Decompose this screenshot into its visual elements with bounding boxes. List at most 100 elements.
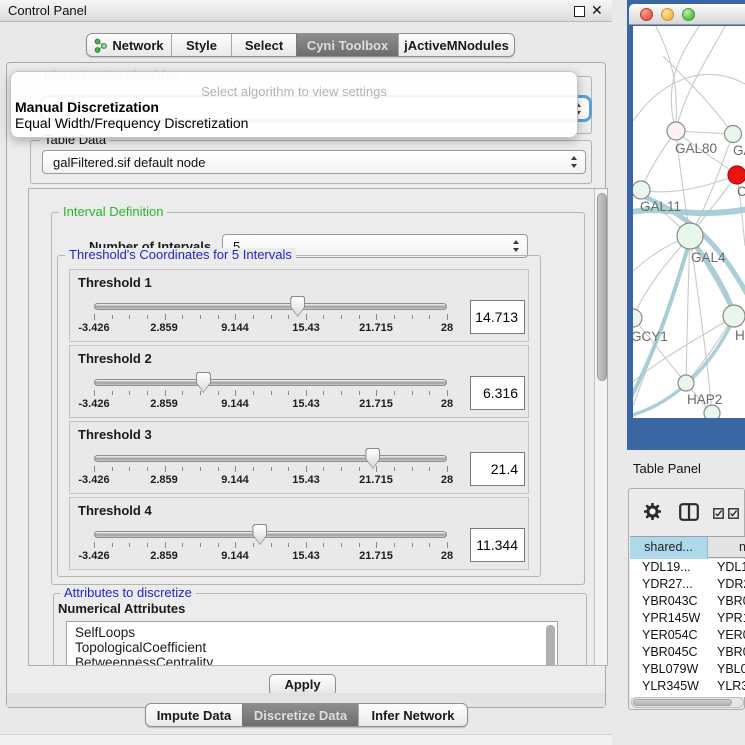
- scale-label: 2.859: [150, 474, 178, 486]
- network-view-window: GAL80 GA C GAL11 GAL4 GCY1 H HAP2: [627, 0, 745, 450]
- table-data-combobox[interactable]: galFiltered.sif default node: [42, 150, 586, 174]
- threshold-4-value-field[interactable]: 11.344: [470, 528, 525, 562]
- tab-impute-data-label: Impute Data: [157, 708, 231, 723]
- vertical-scrollbar-thumb[interactable]: [597, 193, 607, 381]
- gear-icon[interactable]: [644, 503, 661, 523]
- cell[interactable]: YDR27...: [642, 576, 708, 593]
- scale-label: 21.715: [359, 322, 393, 334]
- network-node-hap2: [678, 375, 694, 391]
- threshold-1-slider-track[interactable]: [94, 303, 447, 310]
- scale-label: 2.859: [150, 398, 178, 410]
- algorithm-dropdown-popup: Select algorithm to view settings Manual…: [10, 71, 578, 138]
- cell[interactable]: YBR043C: [642, 593, 708, 610]
- attributes-group-title: Attributes to discretize: [60, 586, 196, 600]
- tab-select[interactable]: Select: [231, 34, 296, 56]
- network-node-gal4: [677, 223, 703, 249]
- scale-label: 15.43: [292, 550, 320, 562]
- threshold-2-value-field[interactable]: 6.316: [470, 376, 525, 410]
- network-node-c: [728, 166, 745, 184]
- table-row[interactable]: YBR043C YBR0: [630, 593, 745, 610]
- horizontal-scrollbar[interactable]: [631, 697, 744, 708]
- cell[interactable]: YPR145W: [642, 610, 708, 627]
- network-node-h: [723, 305, 745, 327]
- network-canvas[interactable]: GAL80 GA C GAL11 GAL4 GCY1 H HAP2: [633, 26, 745, 418]
- cell[interactable]: YER054C: [642, 627, 708, 644]
- tab-impute-data[interactable]: Impute Data: [146, 704, 242, 726]
- scale-label: 28: [441, 474, 453, 486]
- table-row[interactable]: YLR345W YLR3: [630, 678, 745, 695]
- split-columns-icon[interactable]: [679, 503, 699, 524]
- zoom-button[interactable]: [682, 8, 695, 21]
- algorithm-option-manual[interactable]: Manual Discretization: [11, 99, 577, 115]
- algorithm-option-equal-width[interactable]: Equal Width/Frequency Discretization: [11, 115, 577, 131]
- cell[interactable]: YDL19...: [642, 559, 708, 576]
- scale-label: 28: [441, 550, 453, 562]
- cell[interactable]: YBR045C: [642, 644, 708, 661]
- tab-discretize-data[interactable]: Discretize Data: [242, 704, 358, 726]
- cell[interactable]: YLR345W: [642, 678, 708, 695]
- scale-label: 15.43: [292, 398, 320, 410]
- minimize-button[interactable]: [661, 8, 674, 21]
- cell[interactable]: YBR0: [717, 644, 745, 661]
- table-row[interactable]: YDL19... YDL1: [630, 559, 745, 576]
- thresholds-group-title: Threshold's Coordinates for 5 Intervals: [65, 248, 296, 262]
- table-row[interactable]: YBR045C YBR0: [630, 644, 745, 661]
- scale-label: -3.426: [78, 398, 109, 410]
- cell[interactable]: YLR3: [717, 678, 745, 695]
- cell[interactable]: YBR0: [717, 593, 745, 610]
- cell[interactable]: YDL1: [717, 559, 745, 576]
- checked-checkbox-icon[interactable]: [728, 507, 739, 522]
- network-window-titlebar[interactable]: [629, 4, 745, 25]
- cell[interactable]: YBL079W: [642, 661, 708, 678]
- threshold-1-label: Threshold 1: [78, 275, 152, 290]
- tab-discretize-data-label: Discretize Data: [254, 708, 347, 723]
- column-header-name[interactable]: na: [709, 537, 745, 559]
- threshold-1-value-field[interactable]: 14.713: [470, 300, 525, 334]
- tab-cyni-toolbox[interactable]: Cyni Toolbox: [296, 34, 398, 56]
- cell[interactable]: YPR1: [717, 610, 745, 627]
- tab-jactivemnodules[interactable]: jActiveMNodules: [398, 34, 514, 56]
- tab-style[interactable]: Style: [171, 34, 231, 56]
- threshold-2-label: Threshold 2: [78, 351, 152, 366]
- cyni-mode-tabbar: Impute Data Discretize Data Infer Networ…: [145, 703, 468, 727]
- table-row[interactable]: YPR145W YPR1: [630, 610, 745, 627]
- vertical-scrollbar[interactable]: [594, 189, 608, 666]
- float-window-icon[interactable]: [574, 6, 585, 17]
- node-label: HAP2: [687, 392, 722, 407]
- network-icon: [94, 38, 107, 53]
- scale-label: 15.43: [292, 474, 320, 486]
- control-panel-titlebar: Control Panel ✕: [0, 0, 612, 22]
- tab-network[interactable]: Network: [87, 34, 171, 56]
- list-scrollbar[interactable]: [546, 625, 555, 666]
- threshold-1-panel: Threshold 1 -3.426 2.859 9.144 15.43 21.…: [69, 269, 529, 342]
- combo-stepper-icon: [513, 240, 520, 252]
- tab-jactivemnodules-label: jActiveMNodules: [404, 38, 509, 53]
- threshold-3-slider-track[interactable]: [94, 455, 447, 462]
- tab-infer-network[interactable]: Infer Network: [358, 704, 467, 726]
- scale-label: -3.426: [78, 322, 109, 334]
- tab-select-label: Select: [245, 38, 283, 53]
- cell[interactable]: YDR2: [717, 576, 745, 593]
- column-header-shared-name[interactable]: shared...: [630, 537, 708, 559]
- list-item[interactable]: BetweennessCentrality: [67, 655, 557, 666]
- threshold-2-slider-track[interactable]: [94, 379, 447, 386]
- list-item[interactable]: SelfLoops: [67, 625, 557, 640]
- list-item[interactable]: TopologicalCoefficient: [67, 640, 557, 655]
- scale-label: 2.859: [150, 322, 178, 334]
- checked-checkbox-icon[interactable]: [713, 507, 724, 522]
- cell[interactable]: YER0: [717, 627, 745, 644]
- node-label: GCY1: [633, 329, 668, 344]
- table-rows: YDL19... YDL1 YDR27... YDR2 YBR043C YBR0 YP…: [630, 559, 745, 697]
- threshold-4-slider-track[interactable]: [94, 531, 447, 538]
- table-row[interactable]: YBL079W YBL0: [630, 661, 745, 678]
- cell[interactable]: YBL0: [717, 661, 745, 678]
- threshold-3-value-field[interactable]: 21.4: [470, 452, 525, 486]
- horizontal-scrollbar-thumb[interactable]: [633, 699, 732, 706]
- table-row[interactable]: YDR27... YDR2: [630, 576, 745, 593]
- scale-label: 21.715: [359, 550, 393, 562]
- scale-label: 9.144: [221, 398, 249, 410]
- close-button[interactable]: [640, 8, 653, 21]
- table-row[interactable]: YER054C YER0: [630, 627, 745, 644]
- network-node-gal80: [667, 122, 685, 140]
- close-icon[interactable]: ✕: [591, 2, 603, 19]
